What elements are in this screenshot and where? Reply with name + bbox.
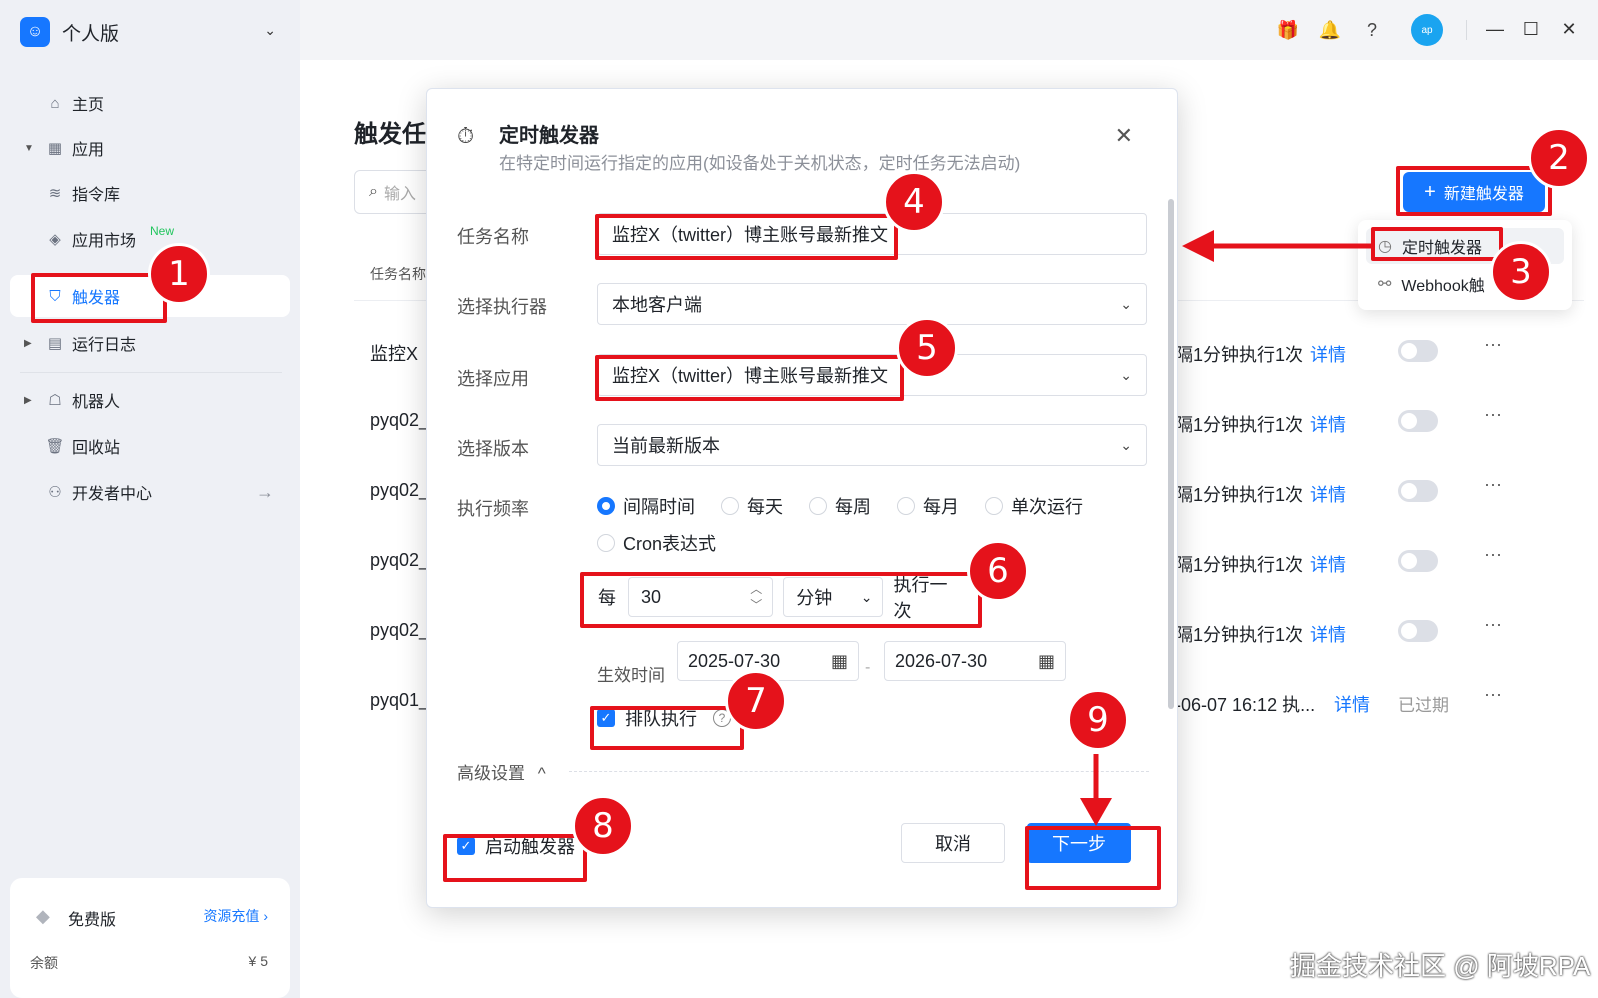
annotation-number-4: 4 [883,171,945,233]
annotation-number-1: 1 [148,243,210,305]
annotation-number-8: 8 [572,795,634,857]
annotation-number-6: 6 [967,540,1029,602]
annotation-number-2: 2 [1528,127,1590,189]
annotation-number-7: 7 [725,670,787,732]
arrow-head-9 [1080,798,1112,826]
watermark: 掘金技术社区 @ 阿坡RPA [1290,951,1591,981]
annotation-number-3: 3 [1490,241,1552,303]
annotation-arrows [1080,230,1371,826]
annotation-number-9: 9 [1067,689,1129,751]
annotation-number-5: 5 [896,317,958,379]
arrow-head-3 [1182,230,1214,262]
